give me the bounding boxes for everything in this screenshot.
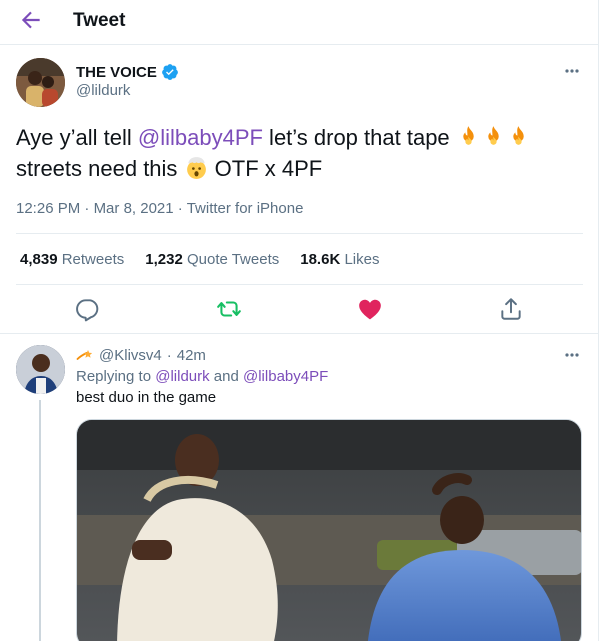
section-separator bbox=[0, 333, 598, 334]
replying-to: Replying to @lildurk and @lilbaby4PF bbox=[76, 368, 328, 385]
likes-stat[interactable]: 18.6K Likes bbox=[300, 251, 379, 268]
share-icon[interactable] bbox=[498, 296, 524, 322]
likes-count: 18.6K bbox=[300, 251, 341, 268]
quote-tweets-stat[interactable]: 1,232 Quote Tweets bbox=[145, 251, 279, 268]
meta-separator: · bbox=[177, 200, 183, 217]
verified-badge-icon bbox=[161, 64, 178, 80]
quote-tweets-label: Quote Tweets bbox=[186, 251, 280, 268]
retweets-label: Retweets bbox=[61, 251, 125, 268]
meta-separator: · bbox=[166, 347, 172, 364]
tweet-source[interactable]: Twitter for iPhone bbox=[187, 200, 304, 217]
avatar-image bbox=[16, 345, 65, 394]
divider bbox=[16, 284, 583, 285]
quote-tweets-count: 1,232 bbox=[145, 251, 183, 268]
mention-link[interactable]: @lilbaby4PF bbox=[243, 368, 328, 385]
more-icon[interactable] bbox=[563, 350, 581, 360]
more-icon[interactable] bbox=[563, 66, 581, 76]
author-name-text: THE VOICE bbox=[76, 63, 157, 81]
divider bbox=[16, 233, 583, 234]
tweet-time[interactable]: 12:26 PM bbox=[16, 200, 80, 217]
tweet-text-segment: OTF x 4PF bbox=[208, 156, 323, 181]
tweet-text-segment: let’s drop that tape bbox=[262, 125, 456, 150]
retweets-count: 4,839 bbox=[20, 251, 58, 268]
reply-text: best duo in the game bbox=[76, 389, 217, 406]
tweet-text-segment: Aye y’all tell bbox=[16, 125, 138, 150]
fire-emoji-icon bbox=[513, 126, 524, 145]
reply-header: @Klivsv4 · 42m bbox=[76, 347, 206, 364]
page-header: Tweet bbox=[0, 0, 598, 45]
author-avatar[interactable] bbox=[16, 58, 65, 107]
mention-link[interactable]: @lilbaby4PF bbox=[138, 125, 263, 150]
thread-line bbox=[39, 400, 41, 641]
page-title: Tweet bbox=[73, 10, 126, 31]
exploding-head-emoji-icon bbox=[186, 157, 206, 179]
tweet-stats: 4,839 Retweets 1,232 Quote Tweets 18.6K … bbox=[20, 251, 379, 268]
fire-emoji-icon bbox=[488, 126, 499, 145]
retweets-stat[interactable]: 4,839 Retweets bbox=[20, 251, 124, 268]
tweet-meta: 12:26 PM · Mar 8, 2021 · Twitter for iPh… bbox=[16, 200, 303, 217]
avatar-image bbox=[16, 58, 65, 107]
reply-avatar[interactable] bbox=[16, 345, 65, 394]
tweet-page: Tweet THE VOICE @lildurk Aye y’all tell … bbox=[0, 0, 599, 641]
photo bbox=[77, 420, 581, 641]
mention-link[interactable]: @lildurk bbox=[155, 368, 209, 385]
replying-prefix: Replying to bbox=[76, 368, 156, 385]
tweet-date[interactable]: Mar 8, 2021 bbox=[94, 200, 174, 217]
retweet-icon[interactable] bbox=[216, 296, 242, 322]
reply-time[interactable]: 42m bbox=[177, 347, 206, 364]
reply-media-image[interactable] bbox=[76, 419, 582, 641]
back-arrow-icon[interactable] bbox=[18, 7, 44, 33]
likes-label: Likes bbox=[344, 251, 380, 268]
replying-and: and bbox=[209, 368, 243, 385]
reply-handle[interactable]: @Klivsv4 bbox=[99, 347, 162, 364]
meta-separator: · bbox=[84, 200, 90, 217]
like-heart-icon[interactable] bbox=[357, 296, 383, 322]
tweet-text-segment: streets need this bbox=[16, 156, 184, 181]
shooting-star-emoji-icon bbox=[76, 349, 93, 360]
reply-icon[interactable] bbox=[75, 296, 101, 322]
author-name[interactable]: THE VOICE bbox=[76, 63, 179, 81]
tweet-text: Aye y’all tell @lilbaby4PF let’s drop th… bbox=[16, 122, 591, 184]
fire-emoji-icon bbox=[463, 126, 474, 145]
author-handle[interactable]: @lildurk bbox=[76, 82, 130, 99]
